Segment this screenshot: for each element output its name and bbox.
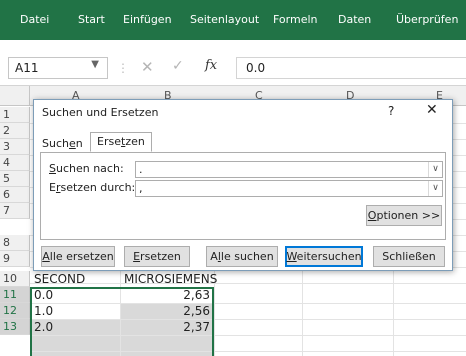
tab-suchen[interactable]: Suchen xyxy=(42,137,83,150)
tab-datei[interactable]: Datei xyxy=(20,13,49,26)
replace-all-button[interactable]: Alle ersetzen xyxy=(41,246,115,267)
row-header-11[interactable]: 11 xyxy=(0,287,30,303)
close-button[interactable]: Schließen xyxy=(373,246,445,267)
row-header-10[interactable]: 10 xyxy=(0,271,30,287)
cell-a10[interactable]: SECOND xyxy=(34,271,85,287)
chevron-down-icon[interactable]: ∨ xyxy=(428,181,442,196)
row-header-8[interactable]: 8 xyxy=(0,235,30,251)
confirm-entry-button[interactable]: ✓ xyxy=(172,58,184,74)
name-box-value: A11 xyxy=(15,61,39,75)
replace-panel: Suchen nach: . ∨ Ersetzen durch: , ∨ Opt… xyxy=(40,152,446,240)
row-header-12[interactable]: 12 xyxy=(0,303,30,319)
ribbon: Datei Start Einfügen Seitenlayout Formel… xyxy=(0,0,466,40)
row-header-1[interactable]: 1 xyxy=(0,107,30,123)
replace-input[interactable]: , ∨ xyxy=(135,180,443,197)
formula-input[interactable]: 0.0 xyxy=(236,57,466,79)
replace-input-value: , xyxy=(139,182,143,195)
row-header-9[interactable]: 9 xyxy=(0,251,30,267)
close-icon[interactable]: ✕ xyxy=(426,102,438,118)
cell-b10[interactable]: MICROSIEMENS xyxy=(124,271,217,287)
chevron-down-icon[interactable]: ∨ xyxy=(428,162,442,177)
find-replace-dialog: Suchen und Ersetzen ? ✕ Suchen Ersetzen … xyxy=(33,99,453,271)
row-header-3[interactable]: 3 xyxy=(0,139,30,155)
select-all-corner[interactable] xyxy=(0,86,30,106)
row-header-13[interactable]: 13 xyxy=(0,319,30,335)
find-input-value: . xyxy=(139,163,143,176)
cancel-entry-button[interactable]: ✕ xyxy=(141,58,154,76)
chevron-down-icon[interactable]: ▼ xyxy=(91,59,99,70)
tab-ersetzen[interactable]: Ersetzen xyxy=(90,132,152,152)
row-header-5[interactable]: 5 xyxy=(0,171,30,187)
formula-bar-grip-icon: ⋮ xyxy=(117,61,129,75)
find-all-button[interactable]: Alle suchen xyxy=(206,246,278,267)
find-next-button[interactable]: Weitersuchen xyxy=(285,246,363,267)
insert-function-button[interactable]: fx xyxy=(205,58,217,73)
find-input[interactable]: . ∨ xyxy=(135,161,443,178)
options-button[interactable]: Optionen >> xyxy=(366,205,442,226)
tab-einfuegen[interactable]: Einfügen xyxy=(123,13,172,26)
find-label: Suchen nach: xyxy=(49,162,124,175)
tab-start[interactable]: Start xyxy=(78,13,105,26)
tab-daten[interactable]: Daten xyxy=(338,13,371,26)
row-header-2[interactable]: 2 xyxy=(0,123,30,139)
help-button[interactable]: ? xyxy=(388,104,394,118)
tab-formeln[interactable]: Formeln xyxy=(273,13,318,26)
name-box[interactable]: A11 ▼ xyxy=(8,57,108,79)
formula-bar: A11 ▼ ⋮ ✕ ✓ fx 0.0 xyxy=(0,40,466,86)
dialog-title: Suchen und Ersetzen xyxy=(42,106,159,119)
selection-border xyxy=(30,287,214,356)
row-header-4[interactable]: 4 xyxy=(0,155,30,171)
row-header-7[interactable]: 7 xyxy=(0,203,30,219)
row-header-6[interactable]: 6 xyxy=(0,187,30,203)
formula-value: 0.0 xyxy=(246,61,266,75)
replace-button[interactable]: Ersetzen xyxy=(124,246,190,267)
tab-seitenlayout[interactable]: Seitenlayout xyxy=(190,13,259,26)
replace-label: Ersetzen durch: xyxy=(49,181,136,194)
tab-ueberpruefen[interactable]: Überprüfen xyxy=(396,13,458,26)
